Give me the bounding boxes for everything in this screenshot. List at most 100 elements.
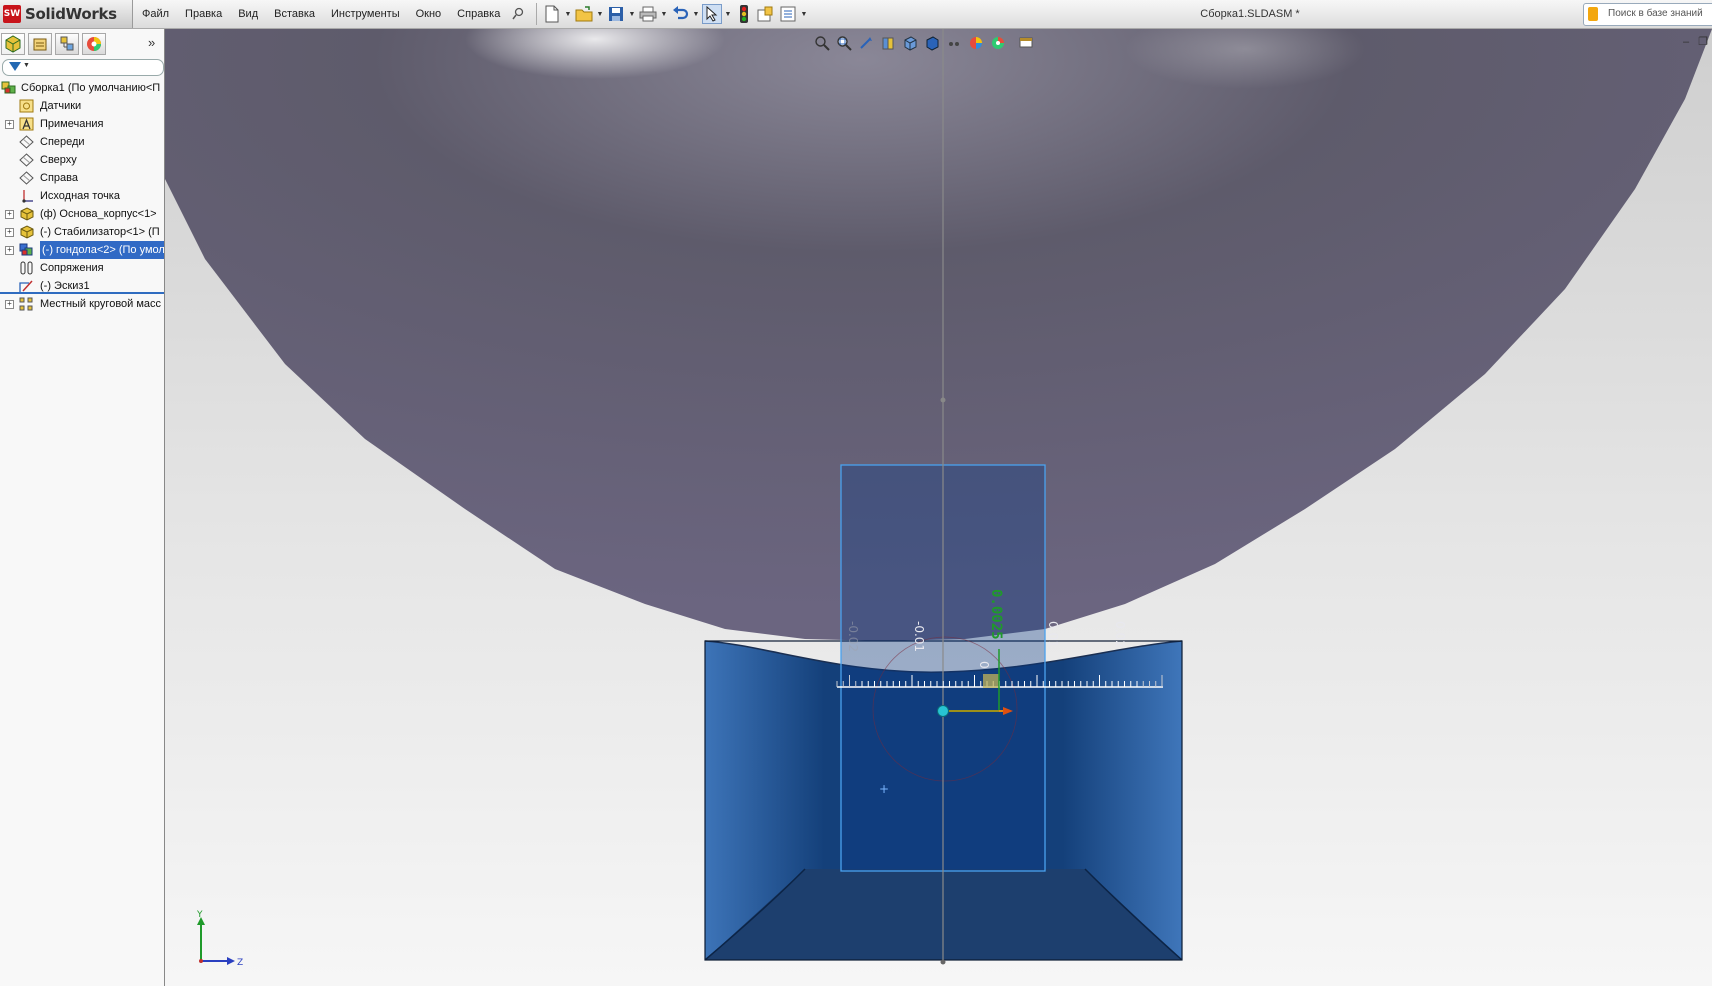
tree-item-assembly[interactable]: Сборка1 (По умолчанию<П [0,79,164,97]
graphics-area[interactable]: -0.02 -0.01 0 0.01 0.02 0.0025 + – ❐ Y Z [165,29,1712,986]
triad-y-label: Y [196,910,203,920]
apply-scene-icon[interactable] [989,34,1007,52]
hide-show-items-icon[interactable] [945,34,963,52]
filter-funnel-icon [9,62,21,71]
print-icon[interactable] [638,4,658,24]
file-properties-icon[interactable] [756,4,776,24]
save-icon[interactable] [606,4,626,24]
tree-item-top-plane[interactable]: Сверху [0,151,164,169]
tree-item-sensors[interactable]: Датчики [0,97,164,115]
tree-item-gondola[interactable]: + (-) гондола<2> (По умол [0,241,164,259]
undo-icon[interactable] [670,4,690,24]
restore-icon[interactable]: ❐ [1698,36,1708,48]
menu-file[interactable]: Файл [134,0,177,28]
options-dropdown-icon[interactable]: ▼ [800,4,808,24]
ruler-label: 0.02 [1113,621,1127,648]
tree-item-label: (-) Стабилизатор<1> (П [40,226,160,238]
feature-manager-panel: » ▼ Сборка1 (По умолчанию<П Датчики + Пр… [0,29,165,986]
tree-item-label: Спереди [40,136,85,148]
minimize-icon[interactable]: – [1683,36,1689,48]
view-orientation-icon[interactable] [901,34,919,52]
reference-triad[interactable]: Y Z [193,909,253,969]
menu-window[interactable]: Окно [408,0,450,28]
section-view-icon[interactable] [879,34,897,52]
property-manager-tab-icon[interactable] [28,33,52,55]
manager-tabs: » [0,33,164,55]
menu-edit[interactable]: Правка [177,0,230,28]
tree-item-label: Сопряжения [40,262,104,274]
tree-item-label: Справа [40,172,78,184]
previous-view-icon[interactable] [857,34,875,52]
toolbar-separator [536,3,537,25]
logo-mark: SW [3,5,21,23]
solidworks-logo[interactable]: SW SolidWorks [0,0,133,28]
options-list-icon[interactable] [778,4,798,24]
tree-item-annotations[interactable]: + Примечания [0,115,164,133]
new-dropdown-icon[interactable]: ▼ [564,4,572,24]
tree-item-label: Сборка1 (По умолчанию<П [21,82,161,94]
tree-item-label: Примечания [40,118,104,130]
menu-view[interactable]: Вид [230,0,266,28]
tree-item-origin[interactable]: Исходная точка [0,187,164,205]
save-dropdown-icon[interactable]: ▼ [628,4,636,24]
display-style-icon[interactable] [923,34,941,52]
cursor-crosshair: + [879,782,889,796]
plane-icon [19,135,34,149]
menu-insert[interactable]: Вставка [266,0,323,28]
undo-dropdown-icon[interactable]: ▼ [692,4,700,24]
mates-icon [19,261,34,275]
rebuild-traffic-light-icon[interactable] [734,4,754,24]
tree-item-circular-pattern[interactable]: + Местный круговой масс [0,295,164,313]
ruler-value-marker [983,674,999,688]
part-icon [19,225,34,239]
expand-icon[interactable]: + [5,210,14,219]
expand-icon[interactable]: + [5,300,14,309]
model-scene[interactable]: -0.02 -0.01 0 0.01 0.02 0.0025 + [165,29,1712,986]
tree-item-label: (ф) Основа_корпус<1> [40,208,157,220]
tree-item-stabilizer[interactable]: + (-) Стабилизатор<1> (П [0,223,164,241]
ruler-label: -0.01 [912,621,926,652]
expand-panel-icon[interactable]: » [148,35,155,50]
zoom-to-fit-icon[interactable] [813,34,831,52]
tree-item-label: (-) гондола<2> (По умол [40,241,164,259]
print-dropdown-icon[interactable]: ▼ [660,4,668,24]
menu-help[interactable]: Справка [449,0,508,28]
tree-item-right-plane[interactable]: Справа [0,169,164,187]
configuration-manager-tab-icon[interactable] [55,33,79,55]
filter-dropdown-icon: ▼ [23,62,30,69]
plane-icon [19,171,34,185]
expand-icon[interactable]: + [5,120,14,129]
title-toolbar: SW SolidWorks Файл Правка Вид Вставка Ин… [0,0,1712,29]
expand-icon[interactable]: + [5,228,14,237]
expand-icon[interactable]: + [5,246,14,255]
select-dropdown-icon[interactable]: ▼ [724,4,732,24]
feature-manager-tab-icon[interactable] [1,33,25,55]
heads-up-view-toolbar [813,33,1035,53]
open-folder-icon[interactable] [574,4,594,24]
search-book-icon [1588,7,1598,21]
zoom-to-area-icon[interactable] [835,34,853,52]
viewport-window-controls[interactable]: – ❐ [1683,35,1708,48]
tree-item-front-plane[interactable]: Спереди [0,133,164,151]
rollback-bar[interactable] [0,292,164,294]
new-document-icon[interactable] [542,4,562,24]
tree-item-base-body[interactable]: + (ф) Основа_корпус<1> [0,205,164,223]
logo-text: SolidWorks [25,5,117,23]
tree-item-label: Исходная точка [40,190,120,202]
view-settings-icon[interactable] [1017,34,1035,52]
menu-tools[interactable]: Инструменты [323,0,408,28]
select-cursor-icon[interactable] [702,4,722,24]
tree-filter[interactable]: ▼ [2,59,164,76]
ruler-value: 0.0025 [988,589,1004,640]
open-dropdown-icon[interactable]: ▼ [596,4,604,24]
main-menu: Файл Правка Вид Вставка Инструменты Окно… [134,0,528,28]
origin-icon [19,189,34,203]
display-manager-tab-icon[interactable] [82,33,106,55]
tree-item-mates[interactable]: Сопряжения [0,259,164,277]
part-icon [19,207,34,221]
knowledge-base-search[interactable]: Поиск в базе знаний [1583,3,1712,26]
edit-appearance-icon[interactable] [967,34,985,52]
sketch-icon [19,279,34,293]
tree-item-label: Сверху [40,154,77,166]
pin-menu-icon[interactable] [508,4,528,24]
